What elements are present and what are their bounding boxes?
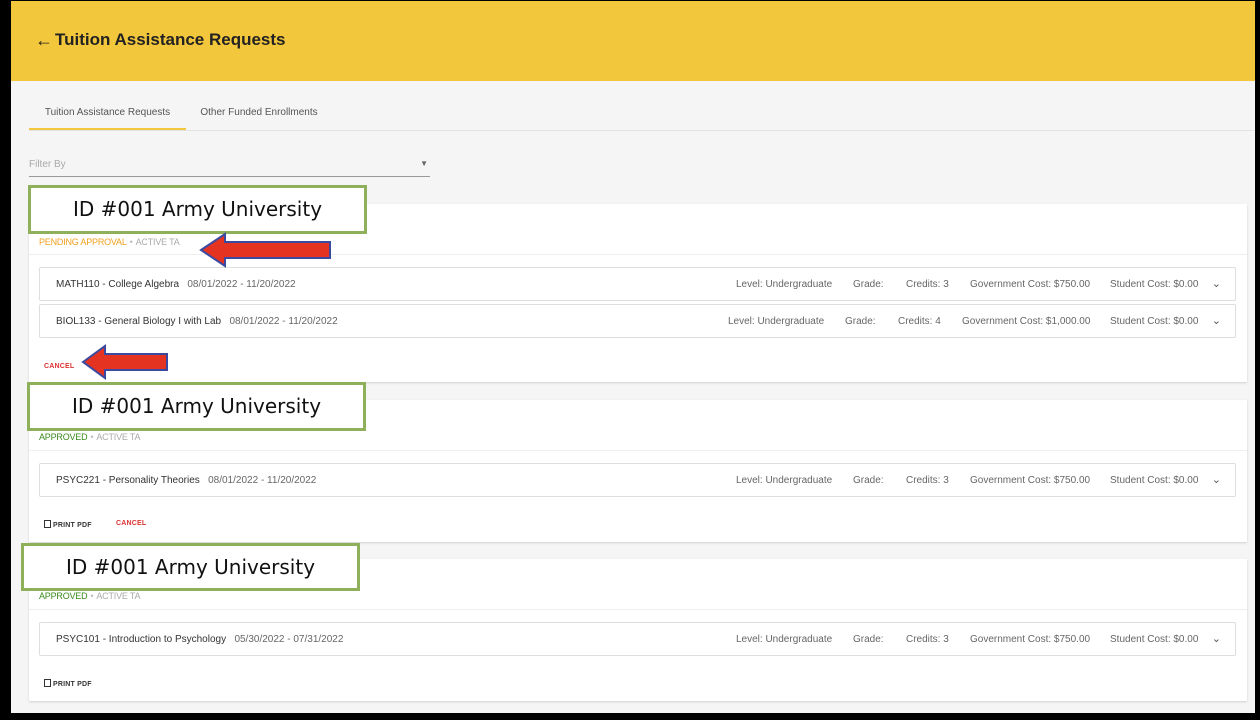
course-level: Level: Undergraduate <box>736 634 833 645</box>
course-student-cost: Student Cost: $0.00 <box>1110 475 1199 486</box>
filter-by-select[interactable]: Filter By ▼ <box>29 156 430 177</box>
course-dates: 08/01/2022 - 11/20/2022 <box>187 279 296 290</box>
status-badge: APPROVED <box>39 591 88 601</box>
chevron-down-icon[interactable]: ⌄ <box>1212 473 1221 486</box>
course-grade: Grade: <box>853 634 884 645</box>
course-row[interactable]: BIOL133 - General Biology I with Lab 08/… <box>39 304 1236 338</box>
course-government-cost: Government Cost: $750.00 <box>970 279 1091 290</box>
tab-tuition-assistance-requests[interactable]: Tuition Assistance Requests <box>29 97 186 130</box>
print-pdf-label: PRINT PDF <box>53 522 92 529</box>
course-credits: Credits: 3 <box>906 279 949 290</box>
course-name: MATH110 - College Algebra 08/01/2022 - 1… <box>56 279 296 290</box>
course-credits: Credits: 3 <box>906 634 949 645</box>
course-dates: 08/01/2022 - 11/20/2022 <box>229 316 338 327</box>
cancel-button[interactable]: CANCEL <box>116 520 146 527</box>
course-row[interactable]: MATH110 - College Algebra 08/01/2022 - 1… <box>39 267 1236 301</box>
course-title: PSYC221 - Personality Theories <box>56 475 200 486</box>
course-government-cost: Government Cost: $750.00 <box>970 475 1091 486</box>
course-level: Level: Undergraduate <box>736 279 833 290</box>
dot-separator: • <box>129 237 133 247</box>
tab-bar: Tuition Assistance Requests Other Funded… <box>29 97 1255 131</box>
annotation-arrow-icon <box>81 344 168 380</box>
page-title: Tuition Assistance Requests <box>55 30 286 49</box>
course-title: PSYC101 - Introduction to Psychology <box>56 634 227 645</box>
course-grade: Grade: <box>853 475 884 486</box>
annotation-callout: ID #001 Army University <box>27 382 366 431</box>
course-government-cost: Government Cost: $750.00 <box>970 634 1091 645</box>
course-dates: 05/30/2022 - 07/31/2022 <box>234 634 344 645</box>
course-row[interactable]: PSYC221 - Personality Theories 08/01/202… <box>39 463 1236 497</box>
course-credits: Credits: 3 <box>906 475 949 486</box>
course-grade: Grade: <box>845 316 876 327</box>
course-title: BIOL133 - General Biology I with Lab <box>56 316 222 327</box>
annotation-callout: ID #001 Army University <box>28 185 367 234</box>
course-government-cost: Government Cost: $1,000.00 <box>962 316 1091 327</box>
app-screen: ← Tuition Assistance Requests Tuition As… <box>11 1 1255 713</box>
course-title: MATH110 - College Algebra <box>56 279 180 290</box>
tab-other-funded-enrollments[interactable]: Other Funded Enrollments <box>189 97 329 128</box>
course-credits: Credits: 4 <box>898 316 941 327</box>
course-student-cost: Student Cost: $0.00 <box>1110 316 1199 327</box>
caret-down-icon: ▼ <box>420 159 428 168</box>
cancel-button[interactable]: CANCEL <box>44 363 74 370</box>
secondary-status: ACTIVE TA <box>96 432 141 442</box>
course-level: Level: Undergraduate <box>728 316 825 327</box>
status-line: PENDING APPROVAL • ACTIVE TA <box>39 237 180 247</box>
status-badge: PENDING APPROVAL <box>39 237 127 247</box>
print-pdf-label: PRINT PDF <box>53 681 92 688</box>
document-icon <box>44 679 51 687</box>
course-name: BIOL133 - General Biology I with Lab 08/… <box>56 316 338 327</box>
dot-separator: • <box>90 591 94 601</box>
chevron-down-icon[interactable]: ⌄ <box>1212 632 1221 645</box>
status-badge: APPROVED <box>39 432 88 442</box>
secondary-status: ACTIVE TA <box>135 237 180 247</box>
chevron-down-icon[interactable]: ⌄ <box>1212 314 1221 327</box>
page-header: ← Tuition Assistance Requests <box>11 1 1255 81</box>
chevron-down-icon[interactable]: ⌄ <box>1212 277 1221 290</box>
divider <box>29 450 1247 451</box>
dot-separator: • <box>90 432 94 442</box>
arrow-left-icon[interactable]: ← <box>35 30 53 51</box>
course-name: PSYC101 - Introduction to Psychology 05/… <box>56 634 343 645</box>
course-level: Level: Undergraduate <box>736 475 833 486</box>
status-line: APPROVED • ACTIVE TA <box>39 591 140 601</box>
course-grade: Grade: <box>853 279 884 290</box>
course-name: PSYC221 - Personality Theories 08/01/202… <box>56 475 316 486</box>
window-frame: ← Tuition Assistance Requests Tuition As… <box>0 0 1260 720</box>
document-icon <box>44 520 51 528</box>
secondary-status: ACTIVE TA <box>96 591 141 601</box>
status-line: APPROVED • ACTIVE TA <box>39 432 140 442</box>
course-student-cost: Student Cost: $0.00 <box>1110 279 1199 290</box>
annotation-callout: ID #001 Army University <box>21 543 360 591</box>
course-student-cost: Student Cost: $0.00 <box>1110 634 1199 645</box>
filter-label: Filter By <box>29 159 66 170</box>
divider <box>29 609 1247 610</box>
print-pdf-button[interactable]: PRINT PDF <box>44 520 92 529</box>
course-dates: 08/01/2022 - 11/20/2022 <box>208 475 317 486</box>
annotation-arrow-icon <box>199 232 331 268</box>
course-row[interactable]: PSYC101 - Introduction to Psychology 05/… <box>39 622 1236 656</box>
print-pdf-button[interactable]: PRINT PDF <box>44 679 92 688</box>
